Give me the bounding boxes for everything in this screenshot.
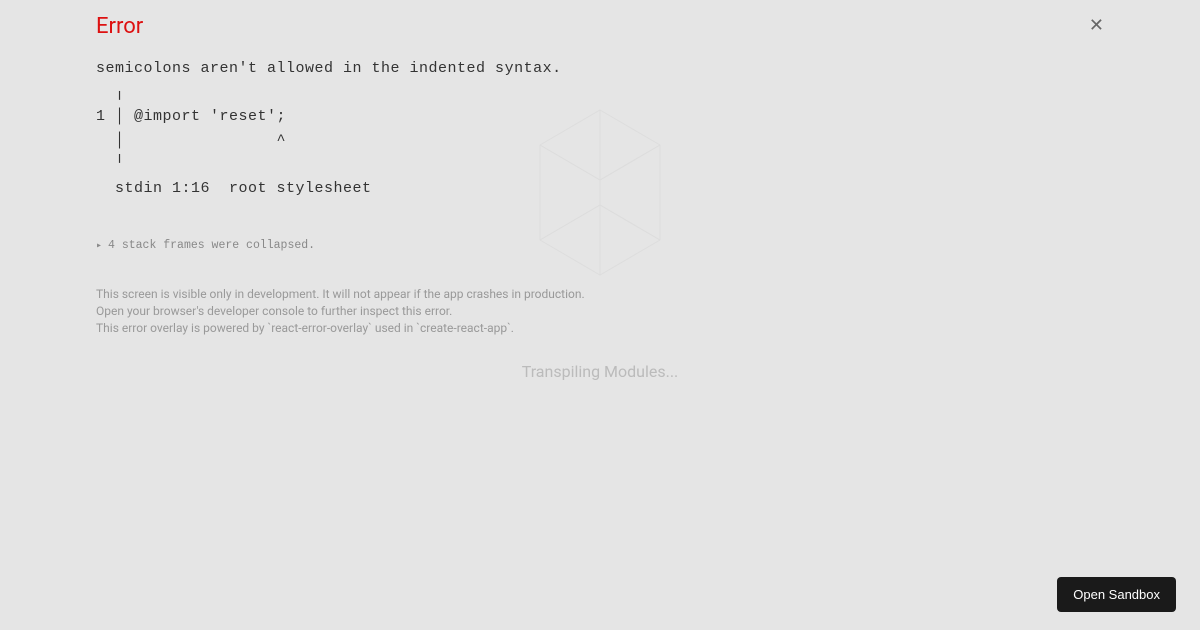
error-footer: This screen is visible only in developme… — [96, 286, 1104, 336]
collapsed-stack-label: 4 stack frames were collapsed. — [108, 239, 315, 252]
open-sandbox-button[interactable]: Open Sandbox — [1057, 577, 1176, 612]
footer-line-3: This error overlay is powered by `react-… — [96, 320, 1104, 337]
close-icon: ✕ — [1089, 15, 1104, 35]
error-overlay: Error ✕ semicolons aren't allowed in the… — [0, 0, 1200, 336]
footer-line-2: Open your browser's developer console to… — [96, 303, 1104, 320]
footer-line-1: This screen is visible only in developme… — [96, 286, 1104, 303]
error-message: semicolons aren't allowed in the indente… — [96, 57, 1104, 201]
error-title: Error — [96, 14, 143, 39]
collapsed-stack-frames[interactable]: 4 stack frames were collapsed. — [96, 239, 1104, 252]
close-button[interactable]: ✕ — [1089, 16, 1104, 34]
transpiling-status: Transpiling Modules... — [522, 362, 679, 381]
